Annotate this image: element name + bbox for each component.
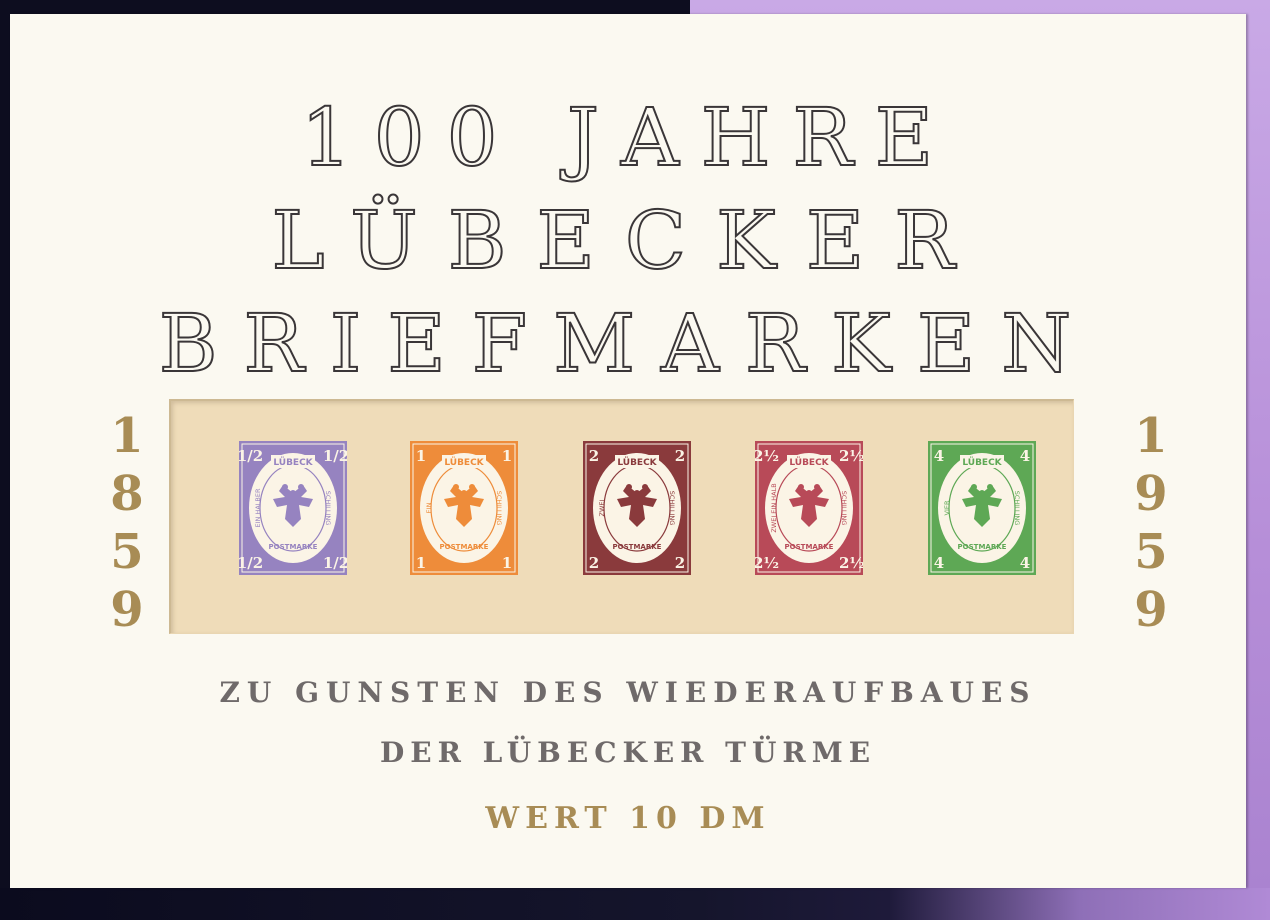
stamp-denomination: 2½ (839, 447, 863, 465)
souvenir-sheet: 100 JAHRE LÜBECKER BRIEFMARKEN 1 8 5 9 1… (10, 14, 1246, 888)
year-right-digit: 9 (1134, 466, 1168, 522)
stamp-left-band: ZWEI (598, 499, 606, 516)
stamp-denomination: 1 (416, 554, 426, 572)
stamp-city-label: LÜBECK (273, 457, 313, 468)
stamp-one-schilling: 1 1 1 1 LÜBECK EIN SCHILLING POSTMARKE (410, 441, 518, 575)
title-line-2: LÜBECKER (271, 194, 985, 287)
stamp-denomination: 2 (675, 447, 685, 465)
stamp-denomination: 1/2 (239, 554, 263, 572)
stamp-right-band: SCHILLING (668, 491, 676, 526)
year-right-digit: 5 (1134, 524, 1168, 580)
stamp-two-schilling: 2 2 2 2 LÜBECK ZWEI SCHILLING POSTMARKE (583, 441, 691, 575)
stamp-denomination: 1/2 (239, 447, 263, 465)
stamp-denomination: 1/2 (323, 447, 347, 465)
stamp-city-label: LÜBECK (789, 457, 829, 468)
footer-value-line: WERT 10 DM (485, 801, 771, 836)
stamp-right-band: SCHILLING (840, 491, 848, 526)
year-right-digit: 9 (1134, 582, 1168, 638)
title-line-1: 100 JAHRE (300, 91, 956, 184)
year-left-digit: 1 (110, 408, 144, 464)
title-line-3: BRIEFMARKEN (158, 297, 1098, 390)
stamp-bottom-band: POSTMARKE (958, 543, 1007, 551)
stamp-bottom-band: POSTMARKE (785, 543, 834, 551)
stamp-city-label: LÜBECK (962, 457, 1002, 468)
stamp-denomination: 2 (675, 554, 685, 572)
stamp-denomination: 1 (502, 554, 512, 572)
stamp-image: 2 2 2 2 LÜBECK ZWEI SCHILLING POSTMARKE (583, 441, 691, 575)
stamp-image: 1 1 1 1 LÜBECK EIN SCHILLING POSTMARKE (410, 441, 518, 575)
stamp-denomination: 4 (934, 447, 944, 465)
stamp-window: 1/2 1/2 1/2 1/2 LÜBECK EIN HALBER SCHILLING POS… (169, 399, 1074, 634)
stamp-denomination: 2½ (839, 554, 863, 572)
stamp-four-schilling: 4 4 4 4 LÜBECK VIER SCHILLING POSTMARKE (928, 441, 1036, 575)
stamp-bottom-band: POSTMARKE (613, 543, 662, 551)
stamp-denomination: 1/2 (323, 554, 347, 572)
stamp-right-band: SCHILLING (495, 491, 503, 526)
footer-line-1: ZU GUNSTEN DES WIEDERAUFBAUES (219, 676, 1037, 709)
stamp-denomination: 4 (934, 554, 944, 572)
stamp-denomination: 2 (589, 447, 599, 465)
stamp-right-band: SCHILLING (1013, 491, 1021, 526)
stamp-denomination: 4 (1020, 554, 1030, 572)
stamp-image: 4 4 4 4 LÜBECK VIER SCHILLING POSTMARKE (928, 441, 1036, 575)
stamp-denomination: 1 (502, 447, 512, 465)
stamp-two-and-half-schilling: 2½ 2½ 2½ 2½ LÜBECK ZWEI EIN HALB SCHILLING POST… (755, 441, 863, 575)
stamp-image: 1/2 1/2 1/2 1/2 LÜBECK EIN HALBER SCHILLING POS… (239, 441, 347, 575)
stamp-city-label: LÜBECK (617, 457, 657, 468)
year-left-digit: 8 (110, 466, 144, 522)
dark-background-strip (0, 888, 1270, 920)
year-right-digit: 1 (1134, 408, 1168, 464)
stamp-image: 2½ 2½ 2½ 2½ LÜBECK ZWEI EIN HALB SCHILLING POST… (755, 441, 863, 575)
stamp-denomination: 1 (416, 447, 426, 465)
stamp-denomination: 2 (589, 554, 599, 572)
stamp-half-schilling: 1/2 1/2 1/2 1/2 LÜBECK EIN HALBER SCHILLING POS… (239, 441, 347, 575)
stamp-bottom-band: POSTMARKE (269, 543, 318, 551)
year-left-digit: 5 (110, 524, 144, 580)
stamp-denomination: 2½ (755, 554, 779, 572)
stamp-left-band: VIER (943, 500, 951, 515)
year-left-digit: 9 (110, 582, 144, 638)
year-right: 1 9 5 9 (1126, 407, 1176, 639)
stamp-denomination: 2½ (755, 447, 779, 465)
stamp-left-band: ZWEI EIN HALB (770, 483, 778, 532)
footer-line-2: DER LÜBECKER TÜRME (379, 736, 877, 769)
stamp-right-band: SCHILLING (324, 491, 332, 526)
stamp-denomination: 4 (1020, 447, 1030, 465)
year-left: 1 8 5 9 (102, 407, 152, 639)
stamp-left-band: EIN HALBER (254, 488, 262, 527)
stamp-left-band: EIN (425, 502, 433, 513)
stamp-bottom-band: POSTMARKE (440, 543, 489, 551)
stamp-city-label: LÜBECK (444, 457, 484, 468)
